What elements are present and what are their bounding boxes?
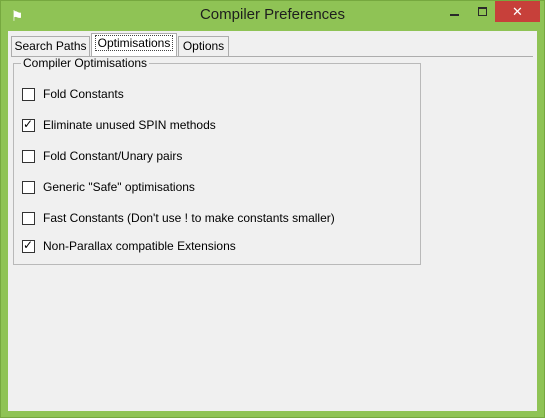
checkbox[interactable]: [22, 180, 35, 194]
option-label: Fold Constants: [43, 87, 124, 101]
option-label: Generic "Safe" optimisations: [43, 180, 195, 194]
option-eliminate-unused-spin-methods[interactable]: ✓ Eliminate unused SPIN methods: [22, 117, 216, 133]
compiler-preferences-window: ⚑ Compiler Preferences ✕ Search Paths Op…: [0, 0, 545, 418]
option-label: Fold Constant/Unary pairs: [43, 149, 183, 163]
minimize-icon: [449, 13, 459, 16]
title-bar[interactable]: ⚑ Compiler Preferences ✕: [1, 1, 544, 31]
dialog-client-area: Search Paths Optimisations Options Compi…: [8, 31, 537, 411]
maximize-button[interactable]: [468, 1, 496, 22]
option-label: Non-Parallax compatible Extensions: [43, 239, 236, 253]
tab-options[interactable]: Options: [178, 36, 229, 56]
compiler-optimisations-group: Compiler Optimisations Fold Constants ✓ …: [13, 57, 421, 265]
option-label: Fast Constants (Don't use ! to make cons…: [43, 211, 335, 225]
close-button[interactable]: ✕: [495, 1, 540, 22]
checkbox[interactable]: [22, 87, 35, 101]
group-title: Compiler Optimisations: [21, 56, 150, 70]
option-fast-constants[interactable]: Fast Constants (Don't use ! to make cons…: [22, 210, 335, 226]
option-generic-safe-optimisations[interactable]: Generic "Safe" optimisations: [22, 179, 195, 195]
tab-optimisations[interactable]: Optimisations: [91, 33, 177, 56]
maximize-icon: [477, 7, 487, 16]
option-non-parallax-extensions[interactable]: ✓ Non-Parallax compatible Extensions: [22, 238, 236, 254]
tab-optimisations-label: Optimisations: [94, 35, 174, 51]
option-label: Eliminate unused SPIN methods: [43, 118, 216, 132]
option-fold-constants[interactable]: Fold Constants: [22, 86, 124, 102]
checkbox[interactable]: [22, 211, 35, 225]
checkmark-icon: ✓: [23, 116, 34, 131]
checkbox[interactable]: ✓: [22, 116, 35, 132]
minimize-button[interactable]: [440, 1, 468, 22]
checkmark-icon: ✓: [23, 237, 34, 252]
checkbox[interactable]: ✓: [22, 237, 35, 253]
checkbox[interactable]: [22, 149, 35, 163]
close-icon: ✕: [512, 4, 523, 19]
tab-search-paths[interactable]: Search Paths: [11, 36, 90, 56]
option-fold-constant-unary-pairs[interactable]: Fold Constant/Unary pairs: [22, 148, 182, 164]
